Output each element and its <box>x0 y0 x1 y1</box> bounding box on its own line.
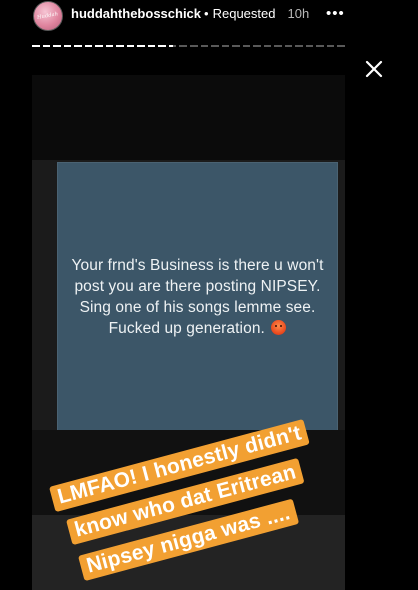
progress-segment <box>42 45 51 47</box>
progress-segment <box>158 45 166 47</box>
progress-segment-fill <box>158 45 166 47</box>
story-background-top <box>32 75 345 160</box>
progress-segment-fill <box>32 45 40 47</box>
progress-segment-fill <box>137 45 145 47</box>
progress-segment <box>137 45 145 47</box>
progress-segment <box>200 45 209 47</box>
timestamp: 10h <box>287 6 310 21</box>
progress-segment <box>168 45 177 47</box>
close-icon[interactable] <box>360 55 388 83</box>
separator-dot: • <box>204 6 209 21</box>
username[interactable]: huddahthebosschick <box>71 6 201 21</box>
progress-segment-fill <box>84 45 93 47</box>
story-header: Huddah huddahthebosschick • Requested 10h •… <box>0 0 418 34</box>
progress-segment <box>221 45 230 47</box>
story-meta: huddahthebosschick • Requested 10h <box>71 6 309 22</box>
progress-segment <box>32 45 40 47</box>
progress-segment <box>274 45 282 47</box>
progress-segment-fill <box>95 45 103 47</box>
progress-segment <box>295 45 303 47</box>
progress-segment-fill <box>63 45 72 47</box>
progress-segment <box>242 45 251 47</box>
avatar[interactable]: Huddah <box>33 1 63 31</box>
progress-segment <box>95 45 103 47</box>
progress-segment <box>326 45 335 47</box>
progress-segment <box>105 45 114 47</box>
progress-segment <box>189 45 198 47</box>
progress-segment <box>179 45 187 47</box>
progress-segment <box>316 45 324 47</box>
story-progress-bar <box>32 45 345 47</box>
progress-segment-fill <box>147 45 156 47</box>
progress-segment <box>74 45 82 47</box>
progress-segment <box>126 45 135 47</box>
progress-segment-fill <box>168 45 174 47</box>
progress-segment <box>84 45 93 47</box>
progress-segment <box>147 45 156 47</box>
progress-segment-fill <box>42 45 51 47</box>
progress-segment <box>305 45 314 47</box>
progress-segment-fill <box>105 45 114 47</box>
progress-segment-fill <box>74 45 82 47</box>
progress-segment <box>63 45 72 47</box>
progress-segment <box>211 45 219 47</box>
avatar-logo-text: Huddah <box>36 11 60 21</box>
more-icon[interactable]: ••• <box>326 5 345 22</box>
progress-segment <box>116 45 124 47</box>
progress-segment <box>263 45 272 47</box>
story-content[interactable]: Your frnd's Business is there u won't po… <box>32 75 345 590</box>
progress-segment <box>337 45 345 47</box>
progress-segment <box>253 45 261 47</box>
progress-segment <box>232 45 240 47</box>
progress-segment <box>53 45 61 47</box>
follow-status[interactable]: Requested <box>213 6 276 21</box>
screenshot-text: Your frnd's Business is there u won't po… <box>67 255 329 339</box>
progress-segment <box>284 45 293 47</box>
progress-segment-fill <box>53 45 61 47</box>
story-background-lower <box>32 515 345 590</box>
screenshot-card: Your frnd's Business is there u won't po… <box>57 162 338 431</box>
angry-face-icon <box>271 319 287 335</box>
progress-segment-fill <box>116 45 124 47</box>
progress-segment-fill <box>126 45 135 47</box>
